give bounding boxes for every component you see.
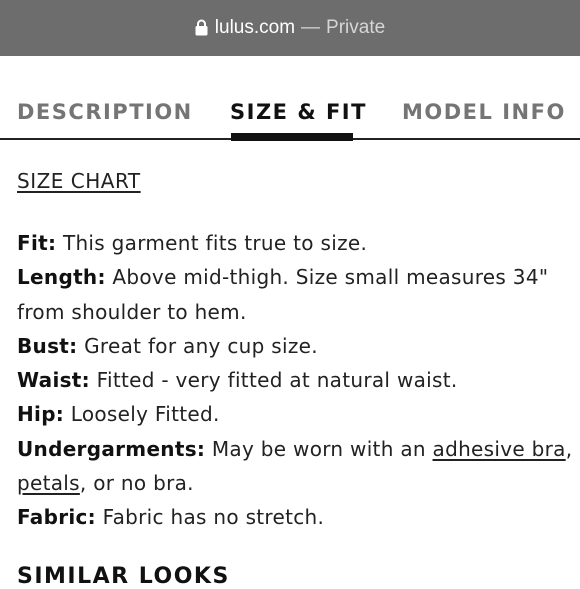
size-chart-link[interactable]: SIZE CHART [17, 169, 141, 193]
petals-link[interactable]: petals [17, 471, 80, 495]
fit-label: Fit: [17, 231, 57, 255]
undergarments-detail: Undergarments: May be worn with an adhes… [17, 432, 573, 501]
waist-text: Fitted - very fitted at natural waist. [89, 368, 458, 393]
hip-label: Hip: [17, 402, 65, 427]
fabric-label: Fabric: [17, 505, 96, 530]
undergarments-middle: , [565, 436, 573, 461]
bust-label: Bust: [17, 333, 78, 358]
url-domain: lulus.com [214, 17, 296, 38]
browser-url-bar[interactable]: lulus.com — Private [0, 0, 580, 56]
length-detail: Length: Above mid-thigh. Size small meas… [17, 260, 573, 329]
waist-label: Waist: [17, 368, 90, 393]
tab-description[interactable]: DESCRIPTION [17, 100, 193, 124]
url-separator: — [301, 17, 321, 38]
size-fit-details: Fit: This garment fits true to size. Len… [17, 226, 573, 535]
hip-detail: Hip: Loosely Fitted. [17, 397, 573, 431]
hip-text: Loosely Fitted. [64, 402, 220, 427]
bust-text: Great for any cup size. [77, 333, 318, 358]
fit-detail: Fit: This garment fits true to size. [17, 226, 573, 260]
undergarments-text-before: May be worn with an [205, 436, 433, 461]
length-label: Length: [17, 265, 106, 290]
fit-text: This garment fits true to size. [56, 231, 368, 255]
similar-looks-heading: SIMILAR LOOKS [17, 564, 230, 589]
product-info-tabs: DESCRIPTION SIZE & FIT MODEL INFO [0, 56, 580, 140]
bust-detail: Bust: Great for any cup size. [17, 329, 573, 363]
undergarments-label: Undergarments: [17, 436, 206, 461]
fabric-detail: Fabric: Fabric has no stretch. [17, 500, 573, 534]
adhesive-bra-link[interactable]: adhesive bra [433, 437, 566, 461]
waist-detail: Waist: Fitted - very fitted at natural w… [17, 363, 573, 397]
tab-model-info[interactable]: MODEL INFO [402, 100, 566, 124]
undergarments-text-after: , or no bra. [79, 471, 194, 496]
tab-size-fit[interactable]: SIZE & FIT [230, 100, 367, 124]
lock-icon [195, 19, 208, 35]
private-mode-label: Private [326, 17, 386, 38]
fabric-text: Fabric has no stretch. [95, 505, 325, 530]
active-tab-indicator [231, 133, 353, 141]
